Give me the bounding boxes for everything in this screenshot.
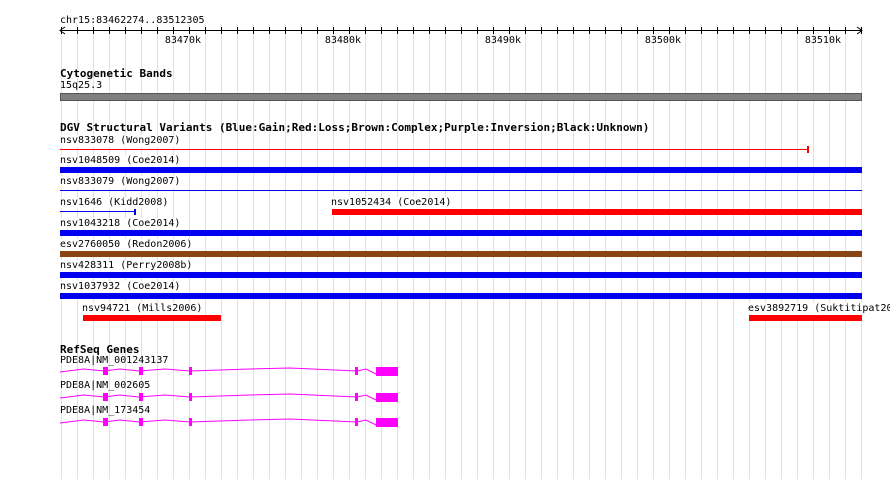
transcript-exon <box>355 393 358 401</box>
transcript-exon <box>189 393 192 401</box>
transcript-exon <box>189 367 192 375</box>
transcript-exon <box>103 393 108 401</box>
transcript-exon <box>355 367 358 375</box>
transcript-exon <box>103 367 108 375</box>
transcript-model <box>59 367 398 376</box>
transcript-exon-utr <box>376 418 398 427</box>
transcript-exon <box>189 418 192 426</box>
transcript-exon-utr <box>376 393 398 402</box>
refseq-gene-models[interactable] <box>0 0 890 479</box>
transcript-model <box>59 418 398 427</box>
transcript-exon <box>139 418 143 426</box>
transcript-exon <box>355 418 358 426</box>
transcript-exon <box>139 367 143 375</box>
transcript-exon <box>139 393 143 401</box>
transcript-model <box>59 393 398 402</box>
transcript-exon <box>103 418 108 426</box>
transcript-exon-utr <box>376 367 398 376</box>
